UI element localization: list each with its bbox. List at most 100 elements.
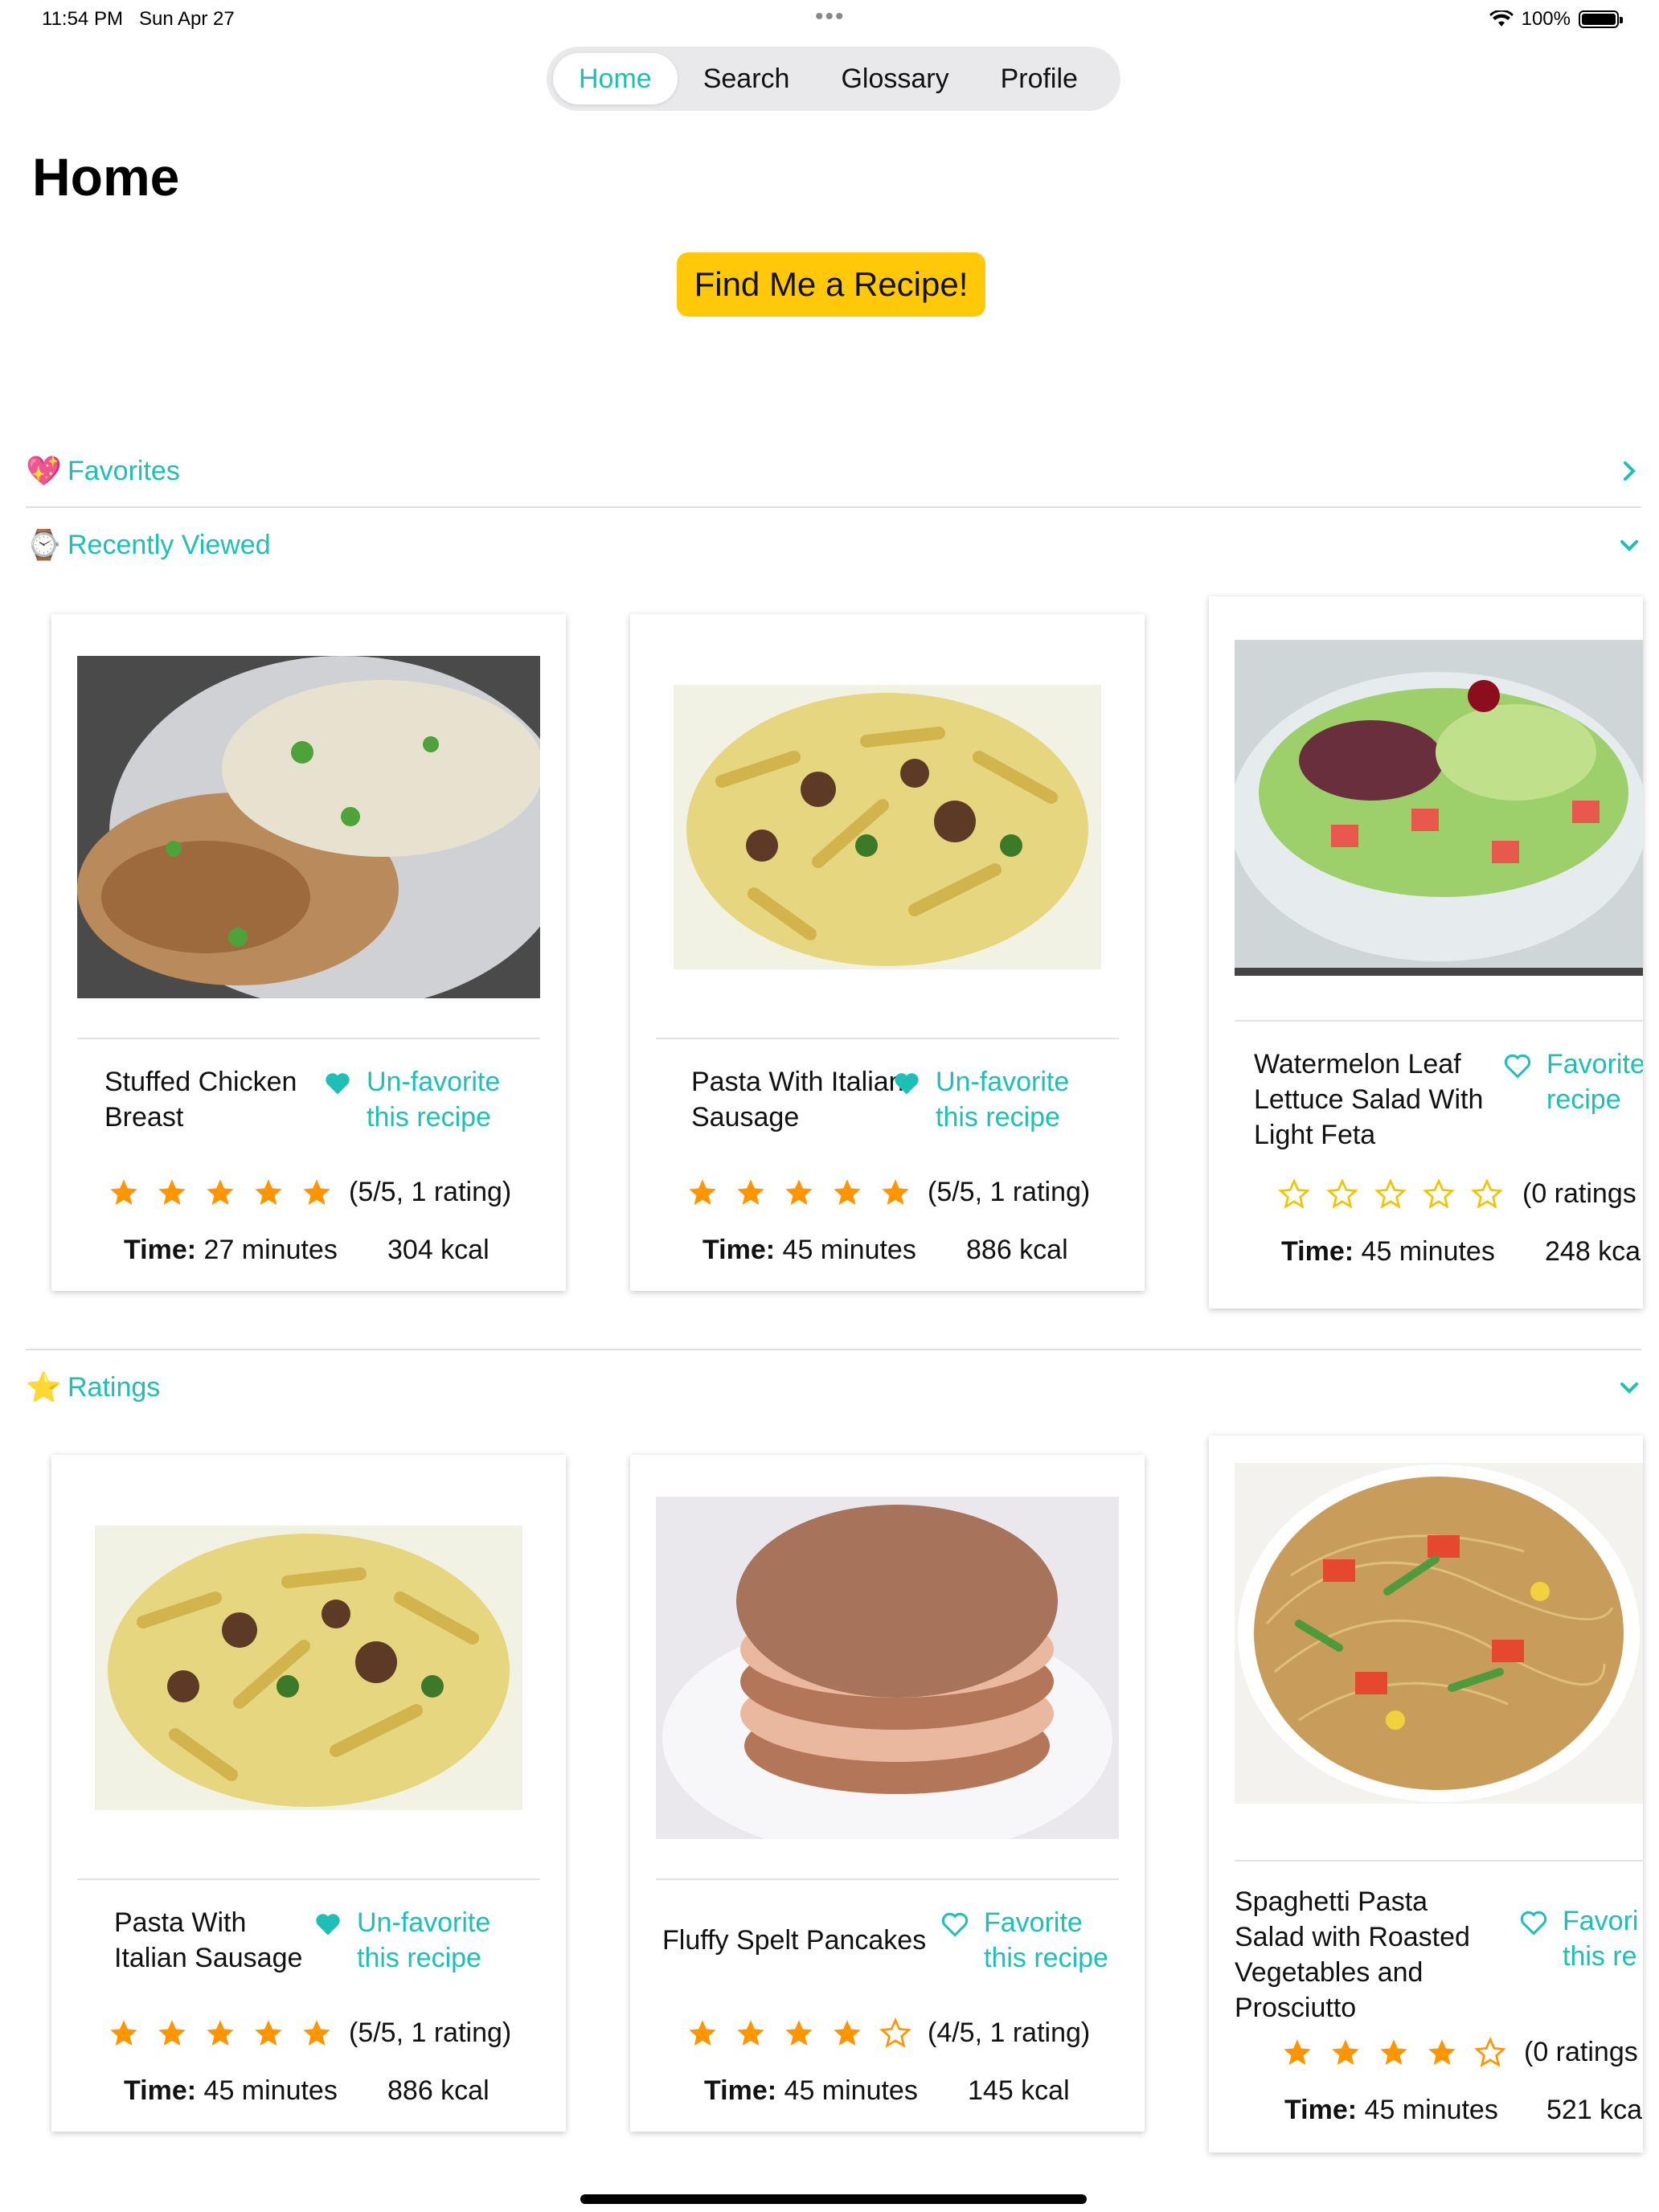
- recently-viewed-section-header[interactable]: ⌚ Recently Viewed: [26, 521, 1641, 569]
- star-filled-icon: [110, 1179, 137, 1205]
- tab-search[interactable]: Search: [678, 53, 816, 104]
- heart-outline-icon[interactable]: [1519, 1908, 1548, 1937]
- chevron-right-icon: [1624, 461, 1636, 481]
- chevron-down-icon: [1620, 540, 1638, 551]
- star-empty-icon: [1374, 1178, 1407, 1209]
- card-divider: [656, 1038, 1119, 1039]
- star-filled-icon: [1428, 2039, 1456, 2065]
- cook-time: Time: 45 minutes: [703, 1235, 916, 1265]
- calories: 886 kcal: [966, 1235, 1068, 1265]
- status-time: 11:54 PM Sun Apr 27: [42, 8, 235, 30]
- star-empty-icon: [1474, 2037, 1506, 2067]
- calories: 304 kcal: [387, 1235, 490, 1265]
- battery-icon: [1579, 10, 1623, 28]
- tab-glossary[interactable]: Glossary: [815, 53, 974, 104]
- recently-viewed-label: Recently Viewed: [68, 529, 271, 560]
- star-empty-icon: [1278, 1178, 1310, 1209]
- tab-profile[interactable]: Profile: [975, 53, 1104, 104]
- sparkling-heart-icon: 💖: [26, 454, 62, 487]
- favorite-button[interactable]: Favorite this recipe: [984, 1905, 1129, 1976]
- star-filled-icon: [737, 1179, 764, 1205]
- recipe-photo: [1235, 640, 1643, 976]
- ratings-section-header[interactable]: ⭐ Ratings: [26, 1363, 1641, 1411]
- recipe-name: Pasta With Italian Sausage: [114, 1907, 303, 1973]
- star-filled-icon: [689, 2020, 716, 2046]
- favorite-button[interactable]: Favorite this recipe: [1546, 1047, 1643, 1117]
- calories: 886 kcal: [387, 2075, 490, 2106]
- star-empty-icon: [1326, 1178, 1358, 1209]
- home-indicator[interactable]: [580, 2194, 1087, 2204]
- star-filled-icon: [303, 1179, 330, 1205]
- star-filled-icon: [785, 1179, 813, 1205]
- card-divider: [1235, 1020, 1643, 1022]
- favorites-label: Favorites: [68, 455, 180, 486]
- star-filled-icon: [255, 2020, 282, 2046]
- find-recipe-button[interactable]: Find Me a Recipe!: [677, 252, 985, 317]
- heart-filled-icon[interactable]: [892, 1069, 921, 1098]
- recipe-card[interactable]: Fluffy Spelt Pancakes Favorite this reci…: [630, 1455, 1145, 2132]
- unfavorite-button[interactable]: Un-favorite this recipe: [357, 1905, 518, 1976]
- recipe-card[interactable]: Stuffed Chicken Breast Un-favorite this …: [51, 614, 566, 1291]
- star-empty-icon: [1423, 1178, 1455, 1209]
- star-empty-icon: [879, 2017, 911, 2048]
- heart-filled-icon[interactable]: [323, 1069, 352, 1098]
- star-filled-icon: [158, 2020, 186, 2046]
- favorites-section-header[interactable]: 💖 Favorites: [26, 447, 1641, 495]
- star-filled-icon: [785, 2020, 813, 2046]
- star-rating: [108, 2017, 333, 2050]
- star-filled-icon: [158, 1179, 186, 1205]
- divider: [26, 506, 1641, 508]
- star-filled-icon: [110, 2020, 137, 2046]
- cook-time: Time: 45 minutes: [124, 2075, 338, 2106]
- calories: 521 kca: [1546, 2095, 1643, 2125]
- chevron-down-icon: [1620, 1382, 1638, 1394]
- star-rating: [1281, 2037, 1506, 2069]
- heart-outline-icon[interactable]: [940, 1910, 969, 1939]
- star-filled-icon: [882, 1179, 909, 1205]
- star-filled-icon: [737, 2020, 764, 2046]
- cook-time: Time: 45 minutes: [1284, 2095, 1498, 2125]
- multitasking-dots[interactable]: •••: [815, 3, 846, 31]
- star-filled-icon: [303, 2020, 330, 2046]
- unfavorite-button[interactable]: Un-favorite this recipe: [936, 1064, 1096, 1135]
- star-icon: ⭐: [26, 1370, 62, 1403]
- star-filled-icon: [1332, 2039, 1359, 2065]
- rating-text: (0 ratings: [1524, 2037, 1638, 2067]
- recipe-card[interactable]: Pasta With Italian Sausage Un-favorite t…: [630, 614, 1145, 1291]
- star-rating: [108, 1177, 333, 1209]
- recipe-photo: [1235, 1463, 1643, 1804]
- recipe-name: Fluffy Spelt Pancakes: [662, 1925, 927, 1956]
- battery-percent: 100%: [1521, 8, 1571, 30]
- star-filled-icon: [1380, 2039, 1407, 2065]
- rating-text: (5/5, 1 rating): [928, 1177, 1091, 1207]
- status-bar: 11:54 PM Sun Apr 27 ••• 100%: [0, 0, 1659, 40]
- recipe-card[interactable]: Spaghetti Pasta Salad with Roasted Veget…: [1209, 1436, 1643, 2153]
- star-filled-icon: [689, 1179, 716, 1205]
- recipe-card[interactable]: Pasta With Italian Sausage Un-favorite t…: [51, 1455, 566, 2132]
- star-rating: [686, 2017, 911, 2050]
- ratings-label: Ratings: [68, 1371, 161, 1403]
- rating-text: (5/5, 1 rating): [349, 1177, 512, 1207]
- heart-outline-icon[interactable]: [1503, 1051, 1532, 1080]
- favorite-button[interactable]: Favori this re: [1563, 1903, 1643, 1974]
- card-divider: [77, 1038, 540, 1039]
- heart-filled-icon[interactable]: [313, 1910, 342, 1939]
- star-empty-icon: [1471, 1178, 1503, 1209]
- card-divider: [656, 1878, 1119, 1880]
- status-right: 100%: [1489, 8, 1623, 31]
- card-divider: [77, 1878, 540, 1880]
- recipe-card[interactable]: Watermelon Leaf Lettuce Salad With Light…: [1209, 596, 1643, 1309]
- cook-time: Time: 27 minutes: [124, 1235, 338, 1265]
- recipe-name: Stuffed Chicken Breast: [104, 1067, 297, 1133]
- star-filled-icon: [207, 1179, 234, 1205]
- recipe-photo: [95, 1526, 522, 1810]
- calories: 248 kca: [1545, 1236, 1641, 1267]
- watch-icon: ⌚: [26, 528, 62, 561]
- calories: 145 kcal: [968, 2075, 1070, 2106]
- unfavorite-button[interactable]: Un-favorite this recipe: [367, 1064, 527, 1135]
- recipe-photo: [674, 685, 1101, 969]
- tab-home[interactable]: Home: [553, 53, 678, 104]
- rating-text: (4/5, 1 rating): [928, 2017, 1091, 2048]
- star-filled-icon: [255, 1179, 282, 1205]
- card-divider: [1235, 1860, 1643, 1862]
